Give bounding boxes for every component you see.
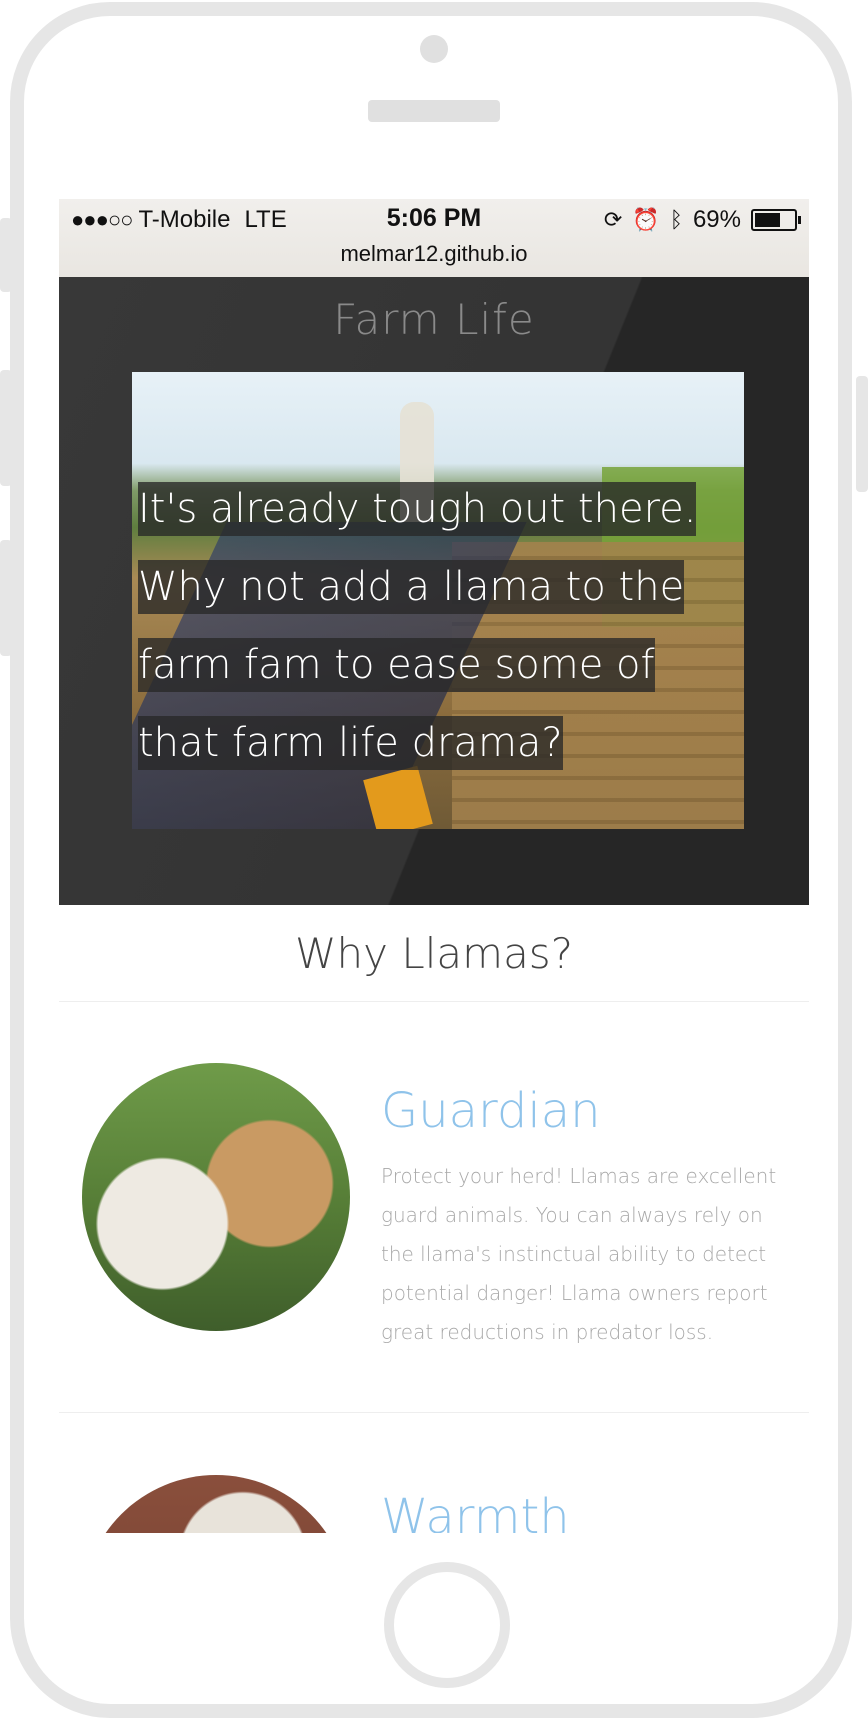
phone-screen: ●●●○○ T-Mobile LTE 5:06 PM ⟳ ⏰ ᛒ 69% melma… [59,199,809,1533]
feature-heading-guardian: Guardian [381,1083,601,1139]
earpiece-speaker [368,100,500,122]
feature-heading-warmth: Warmth [381,1489,570,1533]
battery-fill [755,213,780,227]
bluetooth-icon: ᛒ [669,207,683,232]
battery-percent: 69% [692,206,741,233]
volume-up-button [0,370,12,486]
mute-switch [0,218,12,292]
hero-caption: It's already tough out there. Why not ad… [138,470,728,782]
hero-section: Farm Life It's already tough out there. … [59,277,809,905]
volume-down-button [0,540,12,656]
hero-caption-text: It's already tough out there. Why not ad… [138,482,697,770]
section-divider [59,1001,809,1002]
alarm-icon: ⏰ [632,207,660,232]
feature-text-guardian: Protect your herd! Llamas are excellent … [381,1164,777,1344]
front-camera [420,35,448,63]
home-button[interactable] [384,1562,510,1688]
guardian-image [82,1063,350,1331]
section-title: Why Llamas? [295,929,573,978]
power-button [856,376,868,492]
warmth-image [82,1475,350,1533]
rotation-lock-icon: ⟳ [603,207,623,232]
feature-divider [59,1412,809,1413]
address-bar-url[interactable]: melmar12.github.io [59,241,809,267]
status-icons: ⟳ ⏰ ᛒ 69% [603,206,801,234]
battery-icon [751,209,801,231]
hero-title: Farm Life [333,295,535,344]
farm-photo: It's already tough out there. Why not ad… [132,372,744,829]
status-bar: ●●●○○ T-Mobile LTE 5:06 PM ⟳ ⏰ ᛒ 69% melma… [59,199,809,277]
